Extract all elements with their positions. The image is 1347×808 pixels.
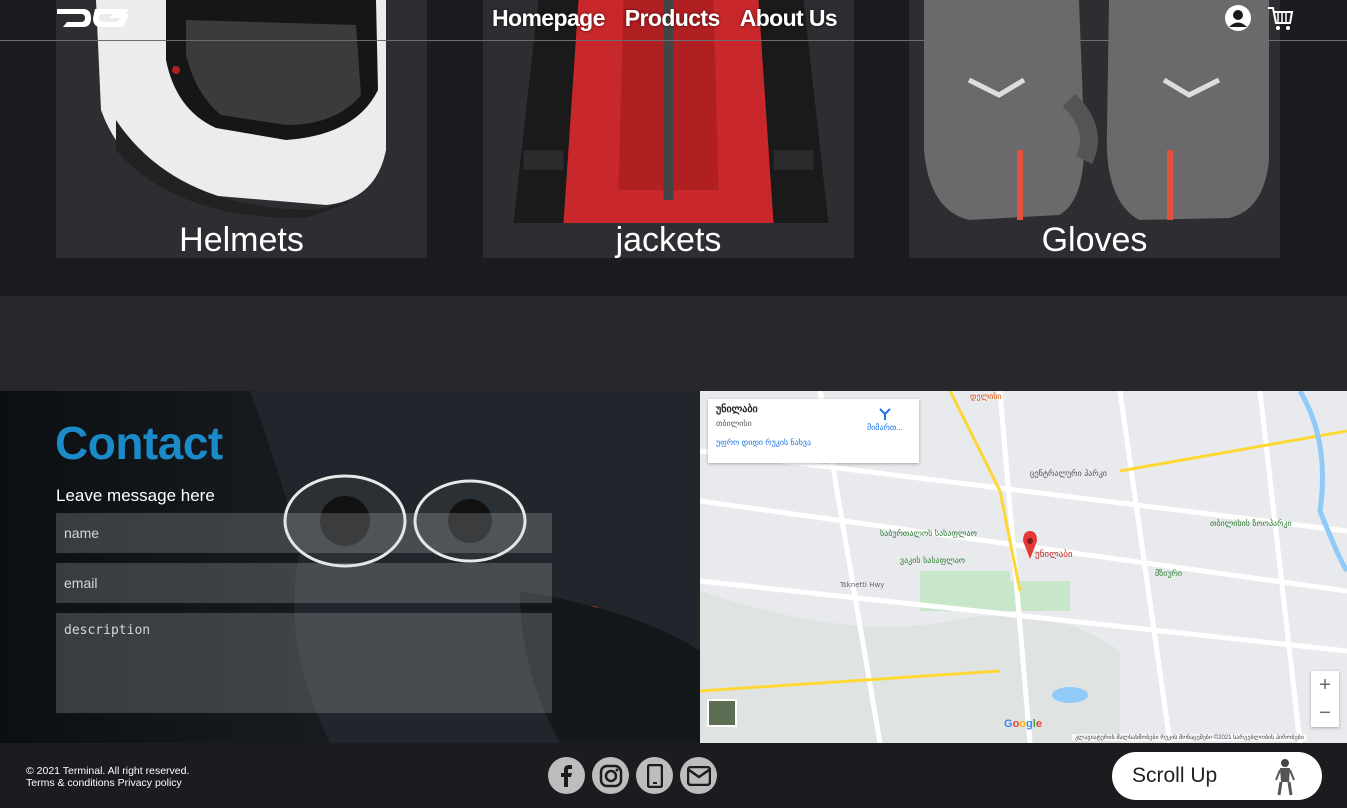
product-label: Gloves (1041, 221, 1148, 258)
zoom-in-button[interactable]: + (1311, 671, 1339, 699)
description-field[interactable] (56, 613, 552, 713)
social-icons (548, 757, 717, 794)
page: Helmets jackets Gloves Homepage Products… (0, 0, 1347, 808)
map-label-zoo: თბილისის ზოოპარკი (1210, 518, 1292, 528)
footer-links[interactable]: Terms & conditions Privacy policy (26, 777, 189, 789)
map-zoom-controls: + − (1311, 671, 1339, 727)
nav-about-us[interactable]: About Us (740, 5, 838, 32)
product-label: jackets (615, 221, 722, 258)
map-label-mziuri: მზიური (1155, 568, 1182, 578)
map-label-vake: ვაკის სასაფლაო (900, 555, 965, 565)
map-footer-text[interactable]: კლავიატურის მალსახმობები რუკის მონაცემებ… (1072, 734, 1307, 741)
mail-icon[interactable] (680, 757, 717, 794)
contact-section: Contact Leave message here (0, 391, 700, 743)
map-larger-link[interactable]: უფრო დიდი რუკის ნახვა (716, 438, 911, 447)
user-icon[interactable] (1224, 4, 1252, 32)
name-field[interactable] (56, 513, 552, 553)
email-field[interactable] (56, 563, 552, 603)
nav-products[interactable]: Products (625, 5, 720, 32)
header-icons (1224, 4, 1294, 32)
zoom-out-button[interactable]: − (1311, 699, 1339, 727)
instagram-icon[interactable] (592, 757, 629, 794)
contact-subtitle: Leave message here (56, 486, 215, 505)
contact-title: Contact (55, 417, 223, 469)
map-label-park: ცენტრალური პარკი (1030, 468, 1107, 478)
map-pin-label: უნილაბი (1035, 549, 1073, 560)
map-info-box: უნილაბი თბილისი უფრო დიდი რუკის ნახვა მი… (708, 399, 919, 463)
footer: © 2021 Terminal. All right reserved. Ter… (0, 743, 1347, 808)
scroll-up-button[interactable]: Scroll Up (1112, 752, 1322, 800)
map-embed[interactable]: უნილაბი ცენტრალური პარკი საბურთალოს სასა… (700, 391, 1347, 743)
copyright-block: © 2021 Terminal. All right reserved. Ter… (26, 765, 189, 789)
cart-icon[interactable] (1266, 4, 1294, 32)
map-satellite-toggle[interactable] (707, 699, 737, 727)
map-label-highway: Tsknetti Hwy (839, 581, 884, 589)
directions-icon (879, 408, 891, 420)
logo-icon[interactable] (55, 6, 131, 30)
copyright-text: © 2021 Terminal. All right reserved. (26, 765, 190, 777)
map-label-cemetery: საბურთალოს სასაფლაო (880, 528, 977, 538)
product-label: Helmets (179, 221, 304, 258)
section-divider (0, 296, 1347, 391)
header: Homepage Products About Us (0, 0, 1347, 41)
map-directions-button[interactable]: მიმართ... (867, 407, 903, 432)
phone-icon[interactable] (636, 757, 673, 794)
facebook-icon[interactable] (548, 757, 585, 794)
map-directions-label: მიმართ... (866, 423, 903, 432)
nav-homepage[interactable]: Homepage (492, 5, 605, 32)
rider-figure-icon (1275, 759, 1295, 796)
google-logo: Google (1004, 718, 1042, 730)
map-label-delisi: დელისი (970, 391, 1002, 401)
main-nav: Homepage Products About Us (492, 5, 838, 32)
scroll-up-label: Scroll Up (1132, 764, 1218, 787)
